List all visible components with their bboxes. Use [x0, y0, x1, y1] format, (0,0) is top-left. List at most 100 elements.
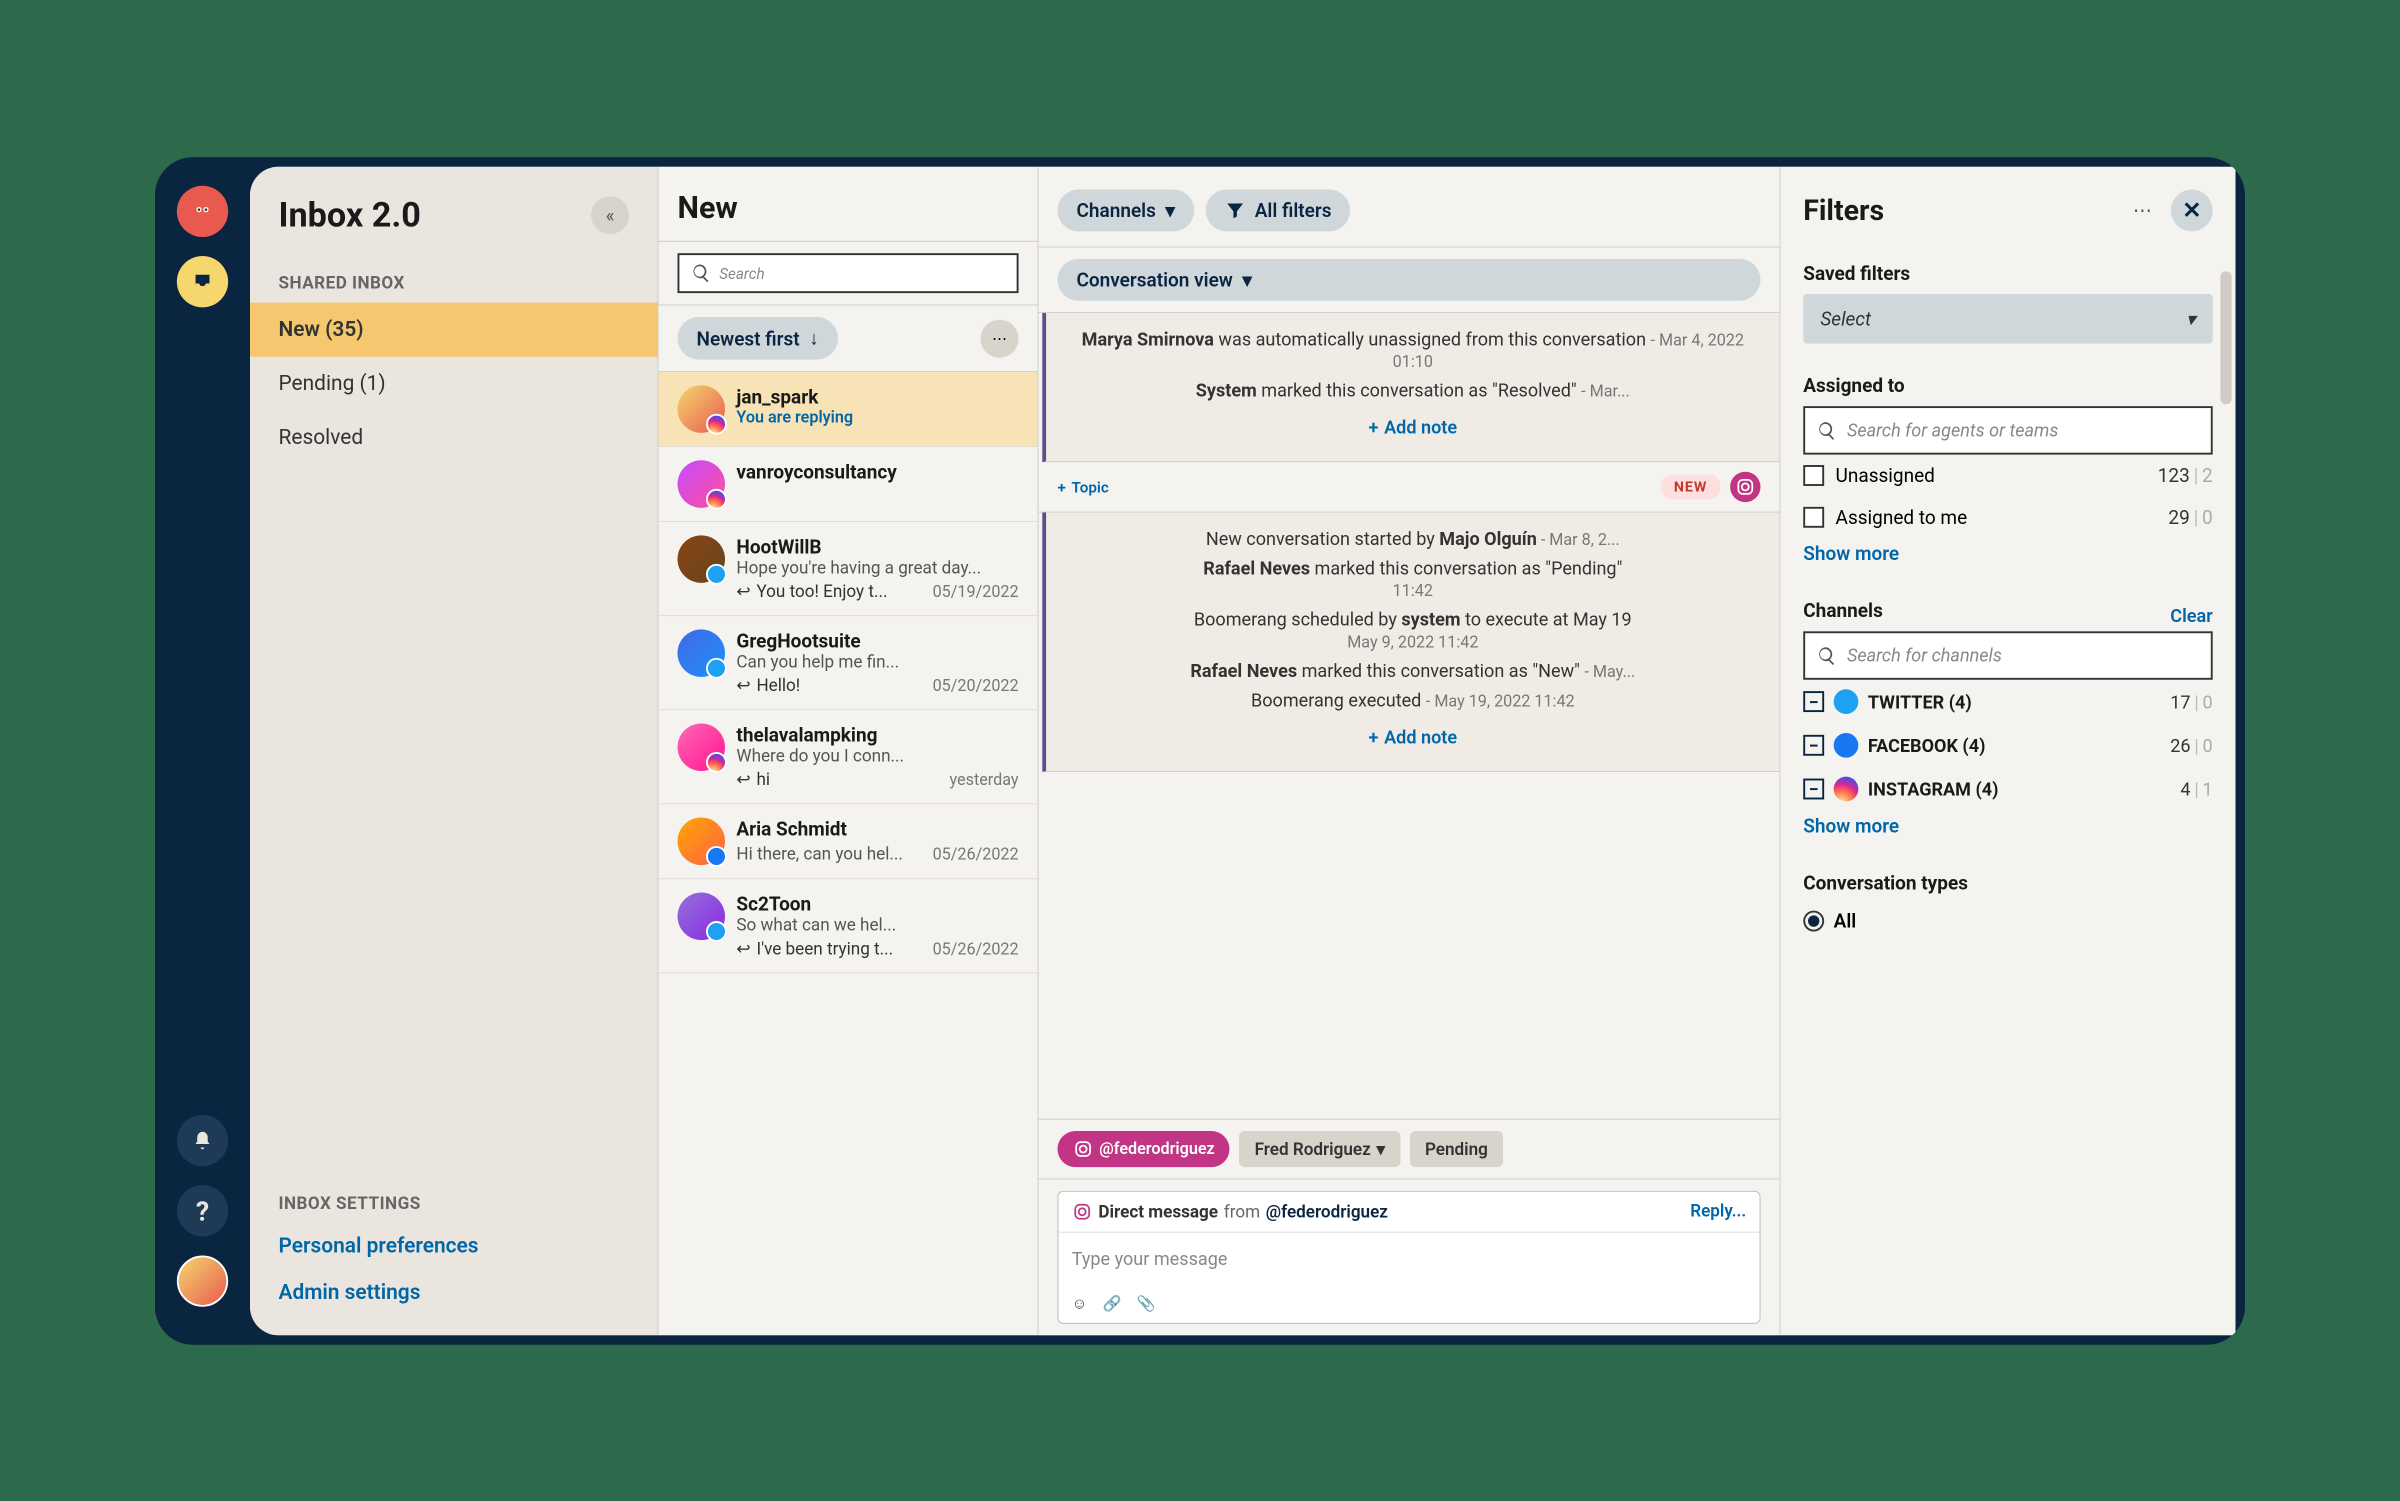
- sort-dropdown[interactable]: Newest first ↓: [678, 316, 838, 359]
- clear-channels-link[interactable]: Clear: [2170, 604, 2212, 626]
- from-handle: @federodriguez: [1266, 1201, 1388, 1221]
- collapse-toggle[interactable]: [1803, 734, 1824, 755]
- link-icon[interactable]: 🔗: [1102, 1294, 1121, 1313]
- bell-icon[interactable]: [177, 1114, 228, 1165]
- conversation-item[interactable]: HootWillB Hope you're having a great day…: [659, 522, 1038, 616]
- reply-type-dropdown[interactable]: Reply...: [1690, 1201, 1746, 1222]
- sidebar-item-new[interactable]: New (35): [250, 302, 658, 356]
- show-more-link[interactable]: Show more: [1803, 810, 2212, 840]
- left-rail: ?: [155, 157, 250, 1345]
- add-topic-button[interactable]: +Topic: [1058, 477, 1109, 495]
- conv-reply-text: Hello!: [756, 675, 800, 695]
- show-more-link[interactable]: Show more: [1803, 538, 2212, 568]
- inbox-sidebar: Inbox 2.0 « SHARED INBOX New (35) Pendin…: [250, 166, 659, 1335]
- scrollbar[interactable]: [2220, 271, 2231, 404]
- sidebar-item-label: Pending (1): [279, 371, 386, 395]
- checkbox[interactable]: [1803, 465, 1824, 486]
- assigned-to-label: Assigned to: [1803, 373, 2212, 396]
- conv-date: 05/26/2022: [933, 844, 1019, 863]
- filter-assigned-to-me[interactable]: Assigned to me 29|0: [1803, 496, 2212, 538]
- search-input[interactable]: Search: [678, 253, 1019, 293]
- activity-text: Boomerang scheduled by: [1194, 608, 1401, 630]
- channel-filter-facebook[interactable]: FACEBOOK (4) 26|0: [1803, 723, 2212, 767]
- radio-button[interactable]: [1803, 910, 1824, 931]
- select-placeholder: Select: [1820, 307, 1871, 330]
- channels-dropdown[interactable]: Channels ▾: [1058, 189, 1194, 231]
- sidebar-item-label: Resolved: [279, 426, 364, 450]
- saved-filters-dropdown[interactable]: Select ▾: [1803, 294, 2212, 343]
- checkbox[interactable]: [1803, 506, 1824, 527]
- conv-reply-text: I've been trying t...: [756, 939, 893, 959]
- conversation-item[interactable]: Sc2Toon So what can we hel... ↩I've been…: [659, 879, 1038, 973]
- logo-owl-icon[interactable]: [177, 185, 228, 236]
- actor-name: system: [1401, 608, 1460, 630]
- sidebar-item-resolved[interactable]: Resolved: [250, 410, 658, 464]
- channel-filter-twitter[interactable]: TWITTER (4) 17|0: [1803, 679, 2212, 723]
- status-dropdown[interactable]: Pending: [1410, 1131, 1503, 1167]
- search-icon: [1817, 419, 1838, 440]
- all-filters-button[interactable]: All filters: [1205, 189, 1350, 231]
- conv-date: 05/19/2022: [933, 582, 1019, 601]
- conversation-item[interactable]: GregHootsuite Can you help me fin... ↩He…: [659, 616, 1038, 710]
- instagram-badge-icon: [706, 488, 727, 509]
- compose-textarea[interactable]: Type your message: [1058, 1232, 1759, 1284]
- close-filters-button[interactable]: ✕: [2171, 189, 2213, 231]
- type-all-radio[interactable]: All: [1803, 903, 2212, 937]
- collapse-sidebar-button[interactable]: «: [591, 196, 629, 234]
- conv-name: Sc2Toon: [736, 892, 1018, 915]
- view-label: Conversation view: [1077, 268, 1233, 291]
- conv-name: thelavalampking: [736, 723, 1018, 746]
- conv-preview: So what can we hel...: [736, 915, 1018, 935]
- assignee-dropdown[interactable]: Fred Rodriguez ▾: [1239, 1131, 1400, 1167]
- attachment-icon[interactable]: 📎: [1137, 1294, 1156, 1313]
- topic-row: +Topic NEW: [1039, 462, 1780, 512]
- conversation-item[interactable]: Aria Schmidt Hi there, can you hel... 05…: [659, 804, 1038, 879]
- search-placeholder: Search for agents or teams: [1847, 419, 2058, 441]
- emoji-icon[interactable]: ☺: [1072, 1294, 1088, 1313]
- count: 29: [2168, 505, 2189, 528]
- inbox-nav-icon[interactable]: [177, 256, 228, 307]
- sidebar-item-pending[interactable]: Pending (1): [250, 356, 658, 410]
- conv-name: GregHootsuite: [736, 629, 1018, 652]
- activity-timestamp: - Mar 8, 2...: [1537, 530, 1620, 549]
- conversation-item[interactable]: thelavalampking Where do you I conn... ↩…: [659, 710, 1038, 804]
- conversation-handle-pill[interactable]: @federodriguez: [1058, 1131, 1230, 1167]
- conversation-item[interactable]: jan_spark You are replying: [659, 371, 1038, 446]
- sort-label: Newest first: [697, 326, 800, 349]
- channel-search-input[interactable]: Search for channels: [1803, 631, 2212, 679]
- instagram-icon: [1072, 1201, 1093, 1222]
- add-note-button[interactable]: +Add note: [1065, 409, 1760, 446]
- plus-icon: +: [1369, 416, 1379, 438]
- conversation-view-dropdown[interactable]: Conversation view ▾: [1058, 258, 1761, 300]
- conv-date: 05/20/2022: [933, 676, 1019, 695]
- add-note-button[interactable]: +Add note: [1065, 718, 1760, 755]
- actor-name: Rafael Neves: [1203, 557, 1310, 579]
- actor-name: Majo Olguín: [1439, 527, 1537, 549]
- filter-unassigned[interactable]: Unassigned 123|2: [1803, 454, 2212, 496]
- twitter-badge-icon: [706, 921, 727, 942]
- more-options-button[interactable]: ⋯: [981, 319, 1019, 357]
- filters-more-button[interactable]: ⋯: [2122, 189, 2164, 231]
- count-dim: 0: [2203, 690, 2213, 712]
- channel-filter-instagram[interactable]: INSTAGRAM (4) 4|1: [1803, 767, 2212, 811]
- personal-preferences-link[interactable]: Personal preferences: [250, 1223, 658, 1270]
- facebook-badge-icon: [706, 846, 727, 867]
- collapse-toggle[interactable]: [1803, 778, 1824, 799]
- checkbox-label: Unassigned: [1836, 464, 1935, 487]
- collapse-toggle[interactable]: [1803, 691, 1824, 712]
- dots-icon: ⋯: [992, 329, 1007, 347]
- admin-settings-link[interactable]: Admin settings: [250, 1269, 658, 1316]
- reply-section: @federodriguez Fred Rodriguez ▾ Pending: [1039, 1118, 1780, 1335]
- agent-search-input[interactable]: Search for agents or teams: [1803, 406, 2212, 454]
- count: 4: [2180, 778, 2190, 800]
- instagram-channel-icon[interactable]: [1730, 471, 1760, 501]
- activity-text: New conversation started by: [1206, 527, 1439, 549]
- avatar: [678, 629, 726, 676]
- activity-text: Boomerang executed: [1251, 689, 1426, 711]
- app-title: Inbox 2.0: [279, 195, 421, 235]
- help-icon[interactable]: ?: [177, 1185, 228, 1236]
- conversation-item[interactable]: vanroyconsultancy: [659, 447, 1038, 522]
- chevron-down-icon: ▾: [1242, 268, 1252, 291]
- user-avatar[interactable]: [177, 1255, 228, 1306]
- count: 26: [2170, 734, 2190, 756]
